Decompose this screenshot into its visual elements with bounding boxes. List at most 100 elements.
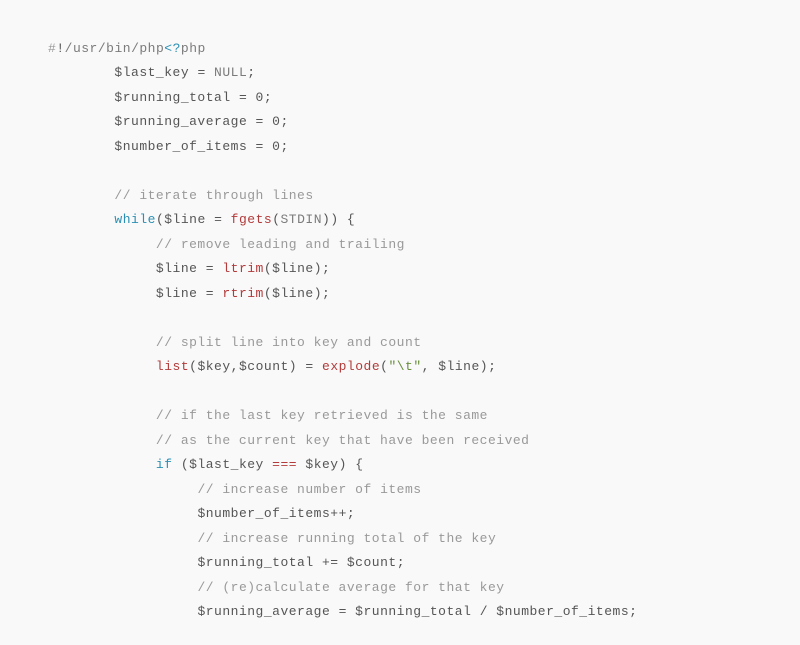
comment: // increase number of items [197,482,421,497]
code-line: // increase running total of the key [48,531,496,546]
code-line: // increase number of items [48,482,422,497]
op: = [330,604,355,619]
comment: // if the last key retrieved is the same [156,408,488,423]
path-bin: bin [106,41,131,56]
code-line: list($key,$count) = explode("\t", $line)… [48,359,496,374]
paren: ( [264,286,272,301]
code-line: // remove leading and trailing [48,237,405,252]
brace: { [339,212,356,227]
num: 0 [256,90,264,105]
semi: ; [247,65,255,80]
code-line: $last_key = NULL; [48,65,256,80]
code-line: // iterate through lines [48,188,314,203]
var: $count [347,555,397,570]
op: += [314,555,347,570]
var: $line [164,212,206,227]
fn-list: list [156,359,189,374]
path-sep: / [98,41,106,56]
code-line: $number_of_items++; [48,506,355,521]
space [264,457,272,472]
semi: ; [280,114,288,129]
op: = [197,286,222,301]
paren: )) [322,212,339,227]
var: $key [197,359,230,374]
kw-if: if [156,457,173,472]
var: $number_of_items [496,604,629,619]
op: = [206,212,231,227]
semi: ; [264,90,272,105]
semi: ; [280,139,288,154]
code-line: $line = ltrim($line); [48,261,330,276]
code-line: if ($last_key === $key) { [48,457,364,472]
comment: // as the current key that have been rec… [156,433,530,448]
comment: // remove leading and trailing [156,237,405,252]
code-line: $running_average = 0; [48,114,289,129]
path-sep: / [65,41,73,56]
var: $number_of_items [197,506,330,521]
blank-line [48,163,56,178]
blank-line [48,310,56,325]
op-incr: ++; [330,506,355,521]
paren: ( [264,261,272,276]
var: $last_key [189,457,264,472]
paren: ( [272,212,280,227]
var: $line [438,359,480,374]
paren: ( [173,457,190,472]
var: $count [239,359,289,374]
code-line: // (re)calculate average for that key [48,580,505,595]
op: = [297,359,322,374]
paren: ) [289,359,297,374]
fn-rtrim: rtrim [222,286,264,301]
comment: // split line into key and count [156,335,422,350]
var: $running_average [197,604,330,619]
php-word: php [181,41,206,56]
op-identity: === [272,457,297,472]
null-literal: NULL [214,65,247,80]
op: = [247,114,272,129]
path-usr: usr [73,41,98,56]
comma: , [422,359,439,374]
paren-semi: ); [480,359,497,374]
var: $line [272,261,314,276]
var: $line [156,286,198,301]
fn-fgets: fgets [231,212,273,227]
code-line: // split line into key and count [48,335,422,350]
var: $line [272,286,314,301]
op: = [197,261,222,276]
var: $number_of_items [114,139,247,154]
code-line: $running_total = 0; [48,90,272,105]
php-open: <? [164,41,181,56]
var: $running_total [355,604,471,619]
code-block: #!/usr/bin/php<?php $last_key = NULL; $r… [0,0,800,645]
semi: ; [629,604,637,619]
string-tab: "\t" [388,359,421,374]
shebang-bang: ! [56,41,64,56]
var: $running_average [114,114,247,129]
blank-line [48,384,56,399]
code-line: $number_of_items = 0; [48,139,289,154]
semi: ; [397,555,405,570]
stdin-const: STDIN [281,212,323,227]
code-line: // if the last key retrieved is the same [48,408,488,423]
paren-semi: ); [314,261,331,276]
path-php: php [139,41,164,56]
op: = [231,90,256,105]
kw-while: while [114,212,156,227]
fn-explode: explode [322,359,380,374]
op-div: / [471,604,496,619]
code-line: #!/usr/bin/php<?php [48,41,206,56]
paren-brace: ) { [339,457,364,472]
var: $last_key [114,65,189,80]
comment: // (re)calculate average for that key [197,580,504,595]
comment: // increase running total of the key [197,531,496,546]
paren-semi: ); [314,286,331,301]
var: $running_total [197,555,313,570]
comma: , [231,359,239,374]
fn-ltrim: ltrim [222,261,264,276]
code-line: $line = rtrim($line); [48,286,330,301]
paren: ( [156,212,164,227]
code-line: $running_total += $count; [48,555,405,570]
code-line: // as the current key that have been rec… [48,433,529,448]
code-line: $running_average = $running_total / $num… [48,604,637,619]
code-line: while($line = fgets(STDIN)) { [48,212,355,227]
